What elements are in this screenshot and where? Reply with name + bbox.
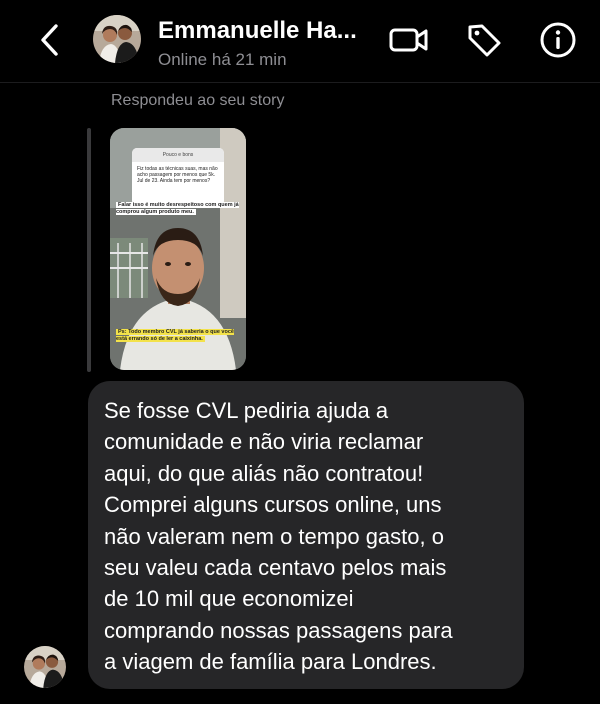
contact-name[interactable]: Emmanuelle Ha... (158, 17, 357, 45)
story-thumbnail[interactable]: Pouco e bons Fiz todas as técnicas suas,… (110, 128, 246, 370)
question-header: Pouco e bons (132, 148, 224, 162)
video-camera-icon (389, 28, 428, 52)
info-icon (540, 22, 576, 58)
info-button[interactable] (538, 20, 578, 60)
story-overlay-caption-highlight: Ps: Todo membro CVL já saberia o que voc… (116, 329, 242, 343)
message-text: Se fosse CVL pediria ajuda a comunidade … (104, 398, 453, 675)
message-bubble[interactable]: Se fosse CVL pediria ajuda a comunidade … (88, 381, 524, 689)
sender-avatar[interactable] (24, 646, 66, 688)
online-status: Online há 21 min (158, 50, 287, 69)
reply-indicator-bar (87, 128, 91, 372)
back-button[interactable] (30, 20, 70, 60)
question-sticker: Pouco e bons Fiz todas as técnicas suas,… (132, 148, 224, 206)
story-overlay-caption: Falar isso é muito desrespeitoso com que… (116, 202, 242, 216)
tag-button[interactable] (464, 20, 504, 60)
tag-icon (468, 24, 501, 57)
chat-header: Emmanuelle Ha... Online há 21 min (0, 0, 600, 83)
contact-avatar[interactable] (93, 15, 141, 63)
story-reply-caption: Respondeu ao seu story (111, 92, 285, 109)
chevron-left-icon (41, 24, 58, 56)
story-overlay-caption-highlight-text: Ps: Todo membro CVL já saberia o que voc… (116, 329, 234, 342)
story-overlay-caption-text: Falar isso é muito desrespeitoso com que… (116, 202, 239, 215)
video-call-button[interactable] (389, 20, 429, 60)
question-text: Fiz todas as técnicas suas, mas não acho… (137, 166, 218, 184)
